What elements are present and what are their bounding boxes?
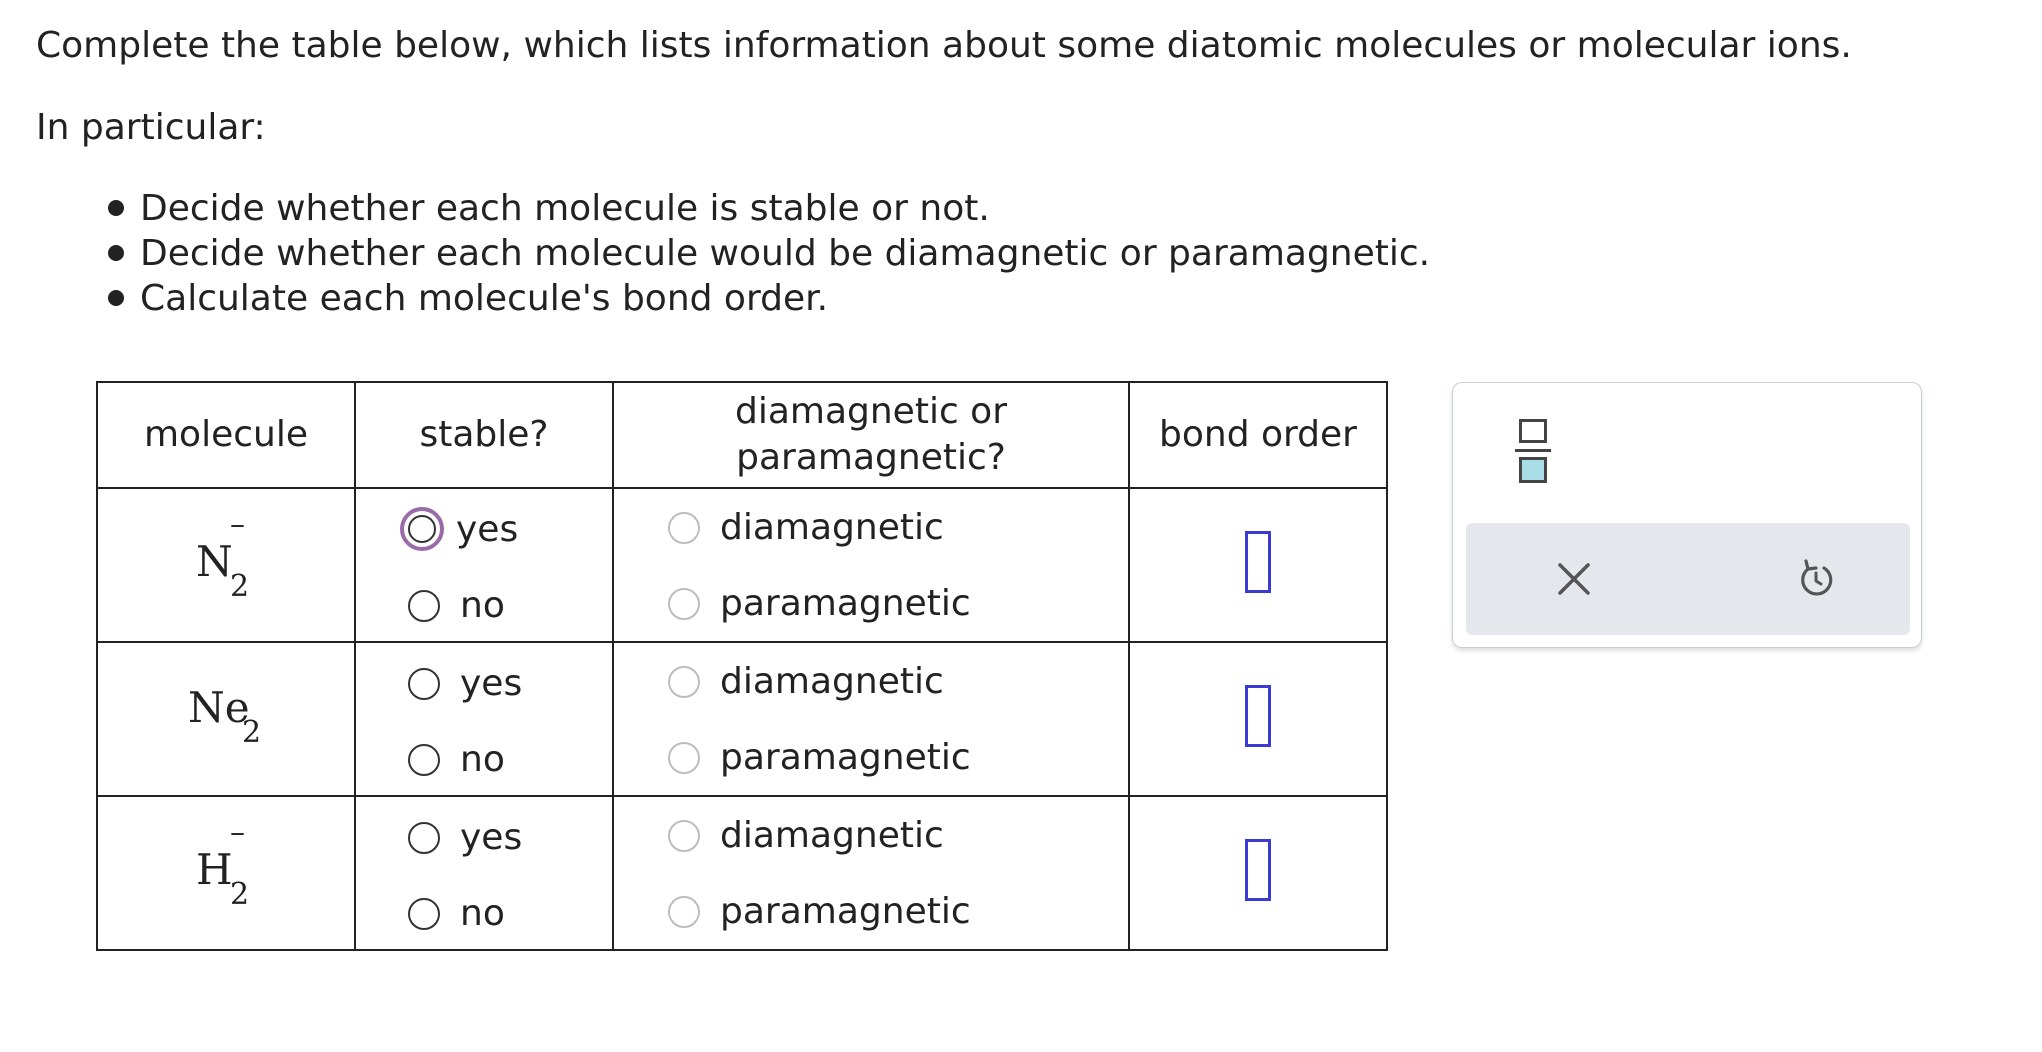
fraction-icon[interactable]	[1515, 419, 1551, 483]
table-row: – H 2 yes no diamagnetic paramagnetic	[96, 795, 1388, 951]
stable-yes-label: yes	[460, 663, 523, 704]
molecule-cell: – H 2	[96, 795, 356, 951]
radio-icon[interactable]	[408, 897, 440, 930]
paramagnetic-label: paramagnetic	[720, 737, 971, 778]
paramagnetic-label: paramagnetic	[720, 583, 971, 624]
paramagnetic-option[interactable]: paramagnetic	[668, 583, 971, 624]
stable-no-option[interactable]: no	[408, 739, 505, 780]
bond-order-input[interactable]	[1245, 839, 1271, 901]
diamagnetic-label: diamagnetic	[720, 507, 944, 548]
instructions-particular: In particular:	[36, 107, 266, 148]
stable-no-label: no	[460, 893, 505, 934]
bond-order-cell	[1128, 487, 1388, 643]
diamagnetic-option[interactable]: diamagnetic	[668, 507, 944, 548]
radio-icon[interactable]	[408, 743, 440, 776]
undo-icon	[1801, 559, 1833, 596]
paramagnetic-label: paramagnetic	[720, 891, 971, 932]
radio-icon[interactable]	[668, 587, 700, 620]
fraction-bar	[1515, 449, 1551, 452]
molecule-formula: – H 2	[98, 797, 354, 949]
diamagnetic-option[interactable]: diamagnetic	[668, 661, 944, 702]
magnetic-cell: diamagnetic paramagnetic	[612, 795, 1130, 951]
radio-icon[interactable]	[668, 511, 700, 544]
molecule-table: molecule stable? diamagnetic or paramagn…	[96, 381, 1388, 951]
table-row: – N 2 yes no diamagnetic paramagnetic	[96, 487, 1388, 643]
stable-cell: yes no	[354, 641, 614, 797]
radio-icon[interactable]	[668, 895, 700, 928]
radio-icon[interactable]	[408, 515, 436, 543]
bond-order-cell	[1128, 641, 1388, 797]
denominator-box	[1519, 457, 1547, 483]
stable-yes-label: yes	[460, 817, 523, 858]
radio-icon[interactable]	[408, 589, 440, 622]
formula-subscript: 2	[230, 569, 250, 604]
diamagnetic-label: diamagnetic	[720, 815, 944, 856]
instruction-item: Decide whether each molecule would be di…	[100, 231, 1430, 276]
diamagnetic-option[interactable]: diamagnetic	[668, 815, 944, 856]
undo-button[interactable]	[1794, 557, 1838, 601]
radio-icon[interactable]	[408, 667, 440, 700]
magnetic-cell: diamagnetic paramagnetic	[612, 487, 1130, 643]
molecule-formula: Ne 2	[98, 643, 354, 795]
bond-order-cell	[1128, 795, 1388, 951]
formula-base: H	[196, 845, 233, 894]
stable-no-label: no	[460, 585, 505, 626]
bond-order-input[interactable]	[1245, 685, 1271, 747]
table-row: Ne 2 yes no diamagnetic paramagnetic	[96, 641, 1388, 797]
header-magnetic: diamagnetic or paramagnetic?	[612, 381, 1130, 489]
stable-yes-option[interactable]: yes	[408, 817, 522, 858]
stable-no-label: no	[460, 739, 505, 780]
stable-yes-label: yes	[456, 508, 519, 550]
stable-no-option[interactable]: no	[408, 893, 505, 934]
header-stable: stable?	[354, 381, 614, 489]
stable-cell: yes no	[354, 795, 614, 951]
radio-icon[interactable]	[668, 665, 700, 698]
header-bond-order: bond order	[1128, 381, 1388, 489]
close-icon	[1558, 563, 1590, 595]
instruction-text: Calculate each molecule's bond order.	[140, 278, 829, 319]
bullet-icon	[108, 290, 124, 306]
header-magnetic-line2: paramagnetic?	[736, 437, 1006, 478]
stable-yes-option[interactable]: yes	[408, 663, 522, 704]
bullet-icon	[108, 245, 124, 261]
paramagnetic-option[interactable]: paramagnetic	[668, 737, 971, 778]
formula-subscript: 2	[230, 877, 250, 912]
header-magnetic-line1: diamagnetic or	[734, 391, 1008, 432]
stable-cell: yes no	[354, 487, 614, 643]
instructions-intro: Complete the table below, which lists in…	[36, 25, 1852, 66]
bond-order-input[interactable]	[1245, 531, 1271, 593]
formula-subscript: 2	[242, 715, 262, 750]
paramagnetic-option[interactable]: paramagnetic	[668, 891, 971, 932]
stable-yes-option[interactable]: yes	[400, 507, 519, 551]
header-molecule: molecule	[96, 381, 356, 489]
instruction-text: Decide whether each molecule would be di…	[140, 233, 1431, 274]
action-toolbar	[1466, 523, 1910, 635]
radio-icon[interactable]	[408, 821, 440, 854]
radio-focus-ring	[400, 507, 444, 551]
diamagnetic-label: diamagnetic	[720, 661, 944, 702]
numerator-box	[1519, 419, 1547, 443]
molecule-formula: – N 2	[98, 489, 354, 641]
radio-icon[interactable]	[668, 819, 700, 852]
math-input-panel	[1452, 382, 1922, 648]
molecule-cell: – N 2	[96, 487, 356, 643]
instruction-item: Calculate each molecule's bond order.	[100, 276, 1430, 321]
radio-icon[interactable]	[668, 741, 700, 774]
clear-button[interactable]	[1554, 559, 1594, 599]
magnetic-cell: diamagnetic paramagnetic	[612, 641, 1130, 797]
bullet-icon	[108, 200, 124, 216]
instructions-list: Decide whether each molecule is stable o…	[100, 186, 1430, 321]
formula-base: N	[196, 537, 233, 586]
molecule-cell: Ne 2	[96, 641, 356, 797]
stable-no-option[interactable]: no	[408, 585, 505, 626]
formula-base: Ne	[188, 683, 250, 732]
table-header-row: molecule stable? diamagnetic or paramagn…	[96, 381, 1388, 489]
instruction-text: Decide whether each molecule is stable o…	[140, 188, 990, 229]
instruction-item: Decide whether each molecule is stable o…	[100, 186, 1430, 231]
